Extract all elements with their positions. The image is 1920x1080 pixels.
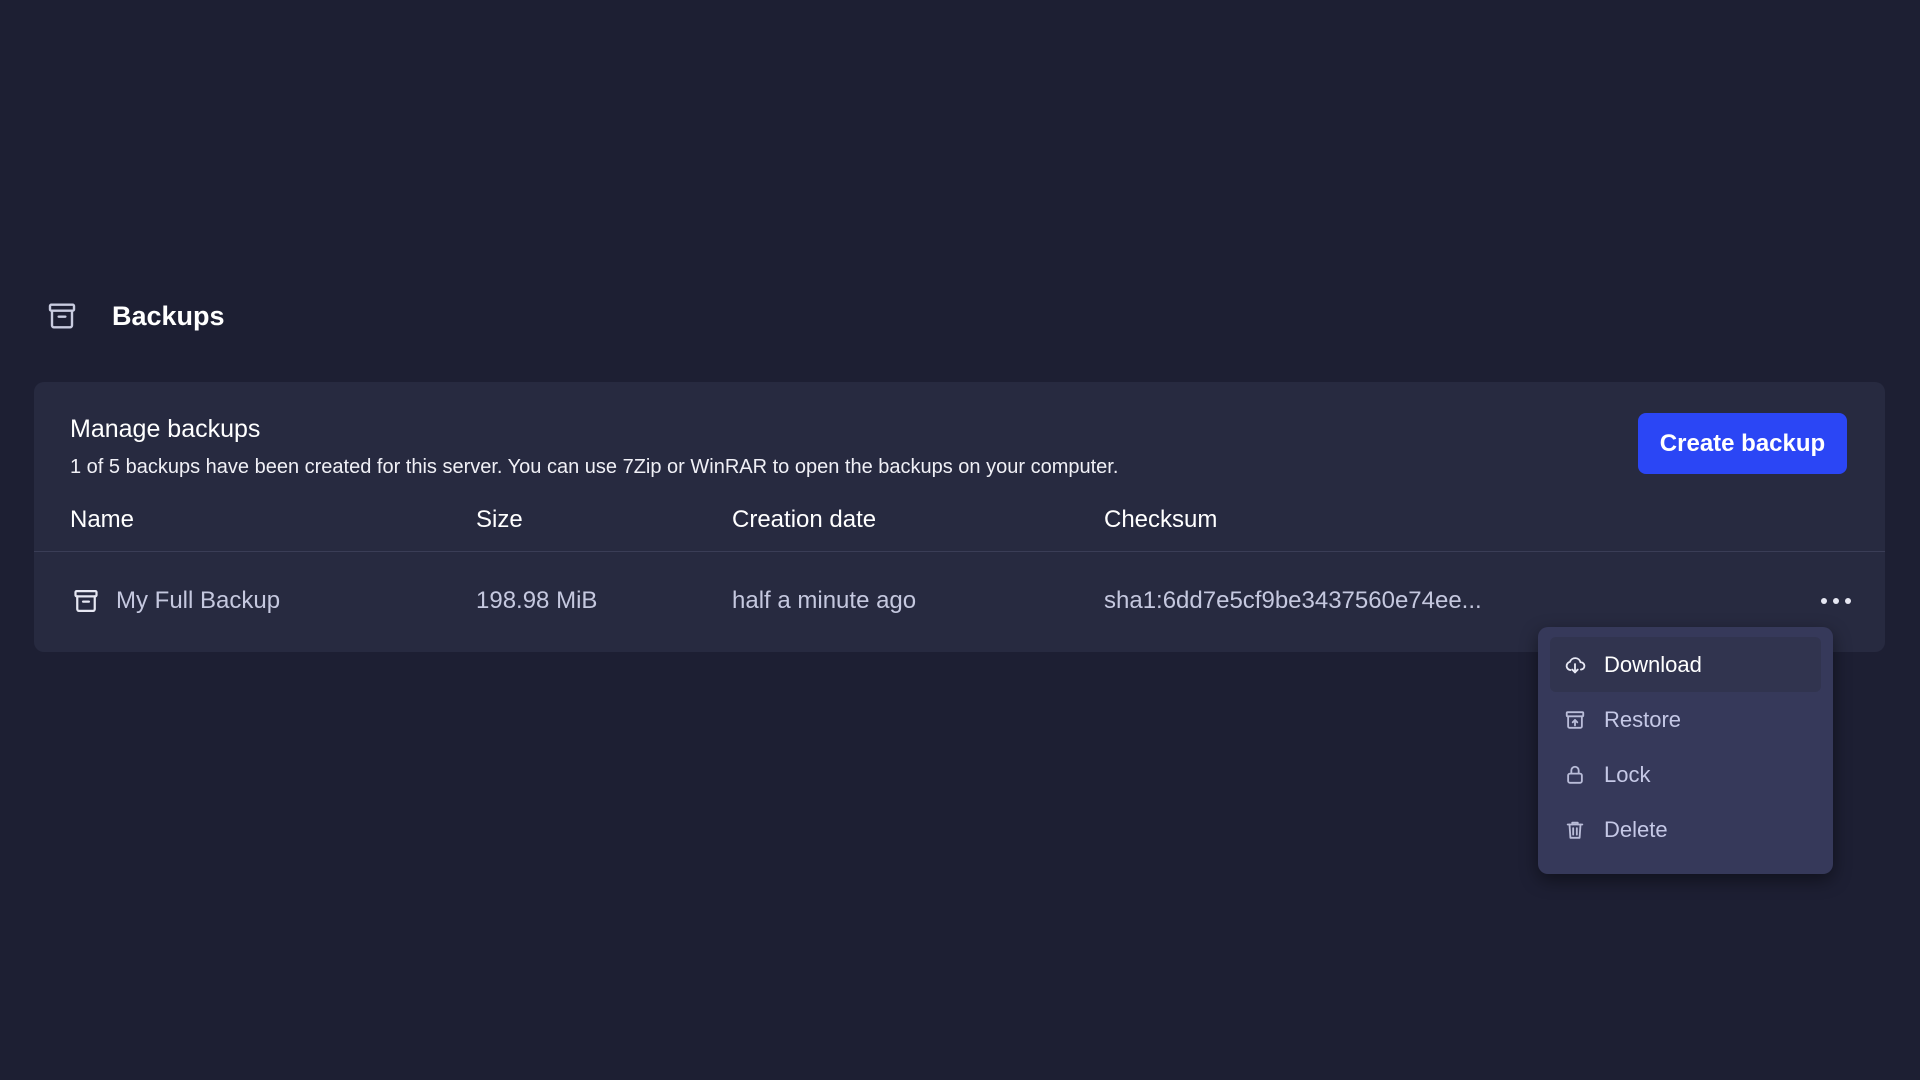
- backup-name-cell: My Full Backup: [72, 587, 280, 615]
- column-header-creation-date: Creation date: [732, 506, 877, 533]
- menu-item-lock[interactable]: Lock: [1550, 747, 1821, 802]
- more-dot-icon: [1833, 598, 1839, 604]
- column-header-checksum: Checksum: [1104, 506, 1218, 533]
- backup-checksum: sha1:6dd7e5cf9be3437560e74ee...: [1104, 587, 1482, 614]
- card-description: 1 of 5 backups have been created for thi…: [70, 456, 1119, 478]
- trash-icon: [1564, 819, 1586, 841]
- backup-actions-menu: Download Restore Lock Delete: [1538, 627, 1833, 874]
- card-header: Manage backups 1 of 5 backups have been …: [70, 412, 1849, 480]
- more-dot-icon: [1845, 598, 1851, 604]
- more-options-button[interactable]: [1821, 589, 1851, 613]
- backup-name: My Full Backup: [116, 587, 281, 614]
- card-title: Manage backups: [70, 415, 261, 443]
- page-header: Backups: [46, 296, 225, 336]
- menu-item-label: Restore: [1604, 706, 1682, 732]
- create-backup-button[interactable]: Create backup: [1638, 413, 1847, 474]
- column-header-name: Name: [70, 506, 135, 533]
- more-dot-icon: [1821, 598, 1827, 604]
- archive-icon: [72, 587, 100, 615]
- page-title: Backups: [112, 300, 225, 331]
- table-header: Name Size Creation date Checksum: [34, 500, 1885, 552]
- archive-restore-icon: [1564, 709, 1586, 731]
- menu-item-delete[interactable]: Delete: [1550, 802, 1821, 857]
- backup-creation-date: half a minute ago: [732, 587, 917, 614]
- backups-card: Manage backups 1 of 5 backups have been …: [34, 382, 1885, 652]
- menu-item-label: Lock: [1604, 761, 1651, 787]
- column-header-size: Size: [476, 506, 523, 533]
- lock-icon: [1564, 764, 1586, 786]
- cloud-download-icon: [1564, 654, 1586, 676]
- menu-item-label: Delete: [1604, 816, 1668, 842]
- archive-icon: [46, 300, 78, 332]
- backup-size: 198.98 MiB: [476, 587, 598, 614]
- menu-item-download[interactable]: Download: [1550, 637, 1821, 692]
- menu-item-restore[interactable]: Restore: [1550, 692, 1821, 747]
- menu-item-label: Download: [1604, 651, 1702, 677]
